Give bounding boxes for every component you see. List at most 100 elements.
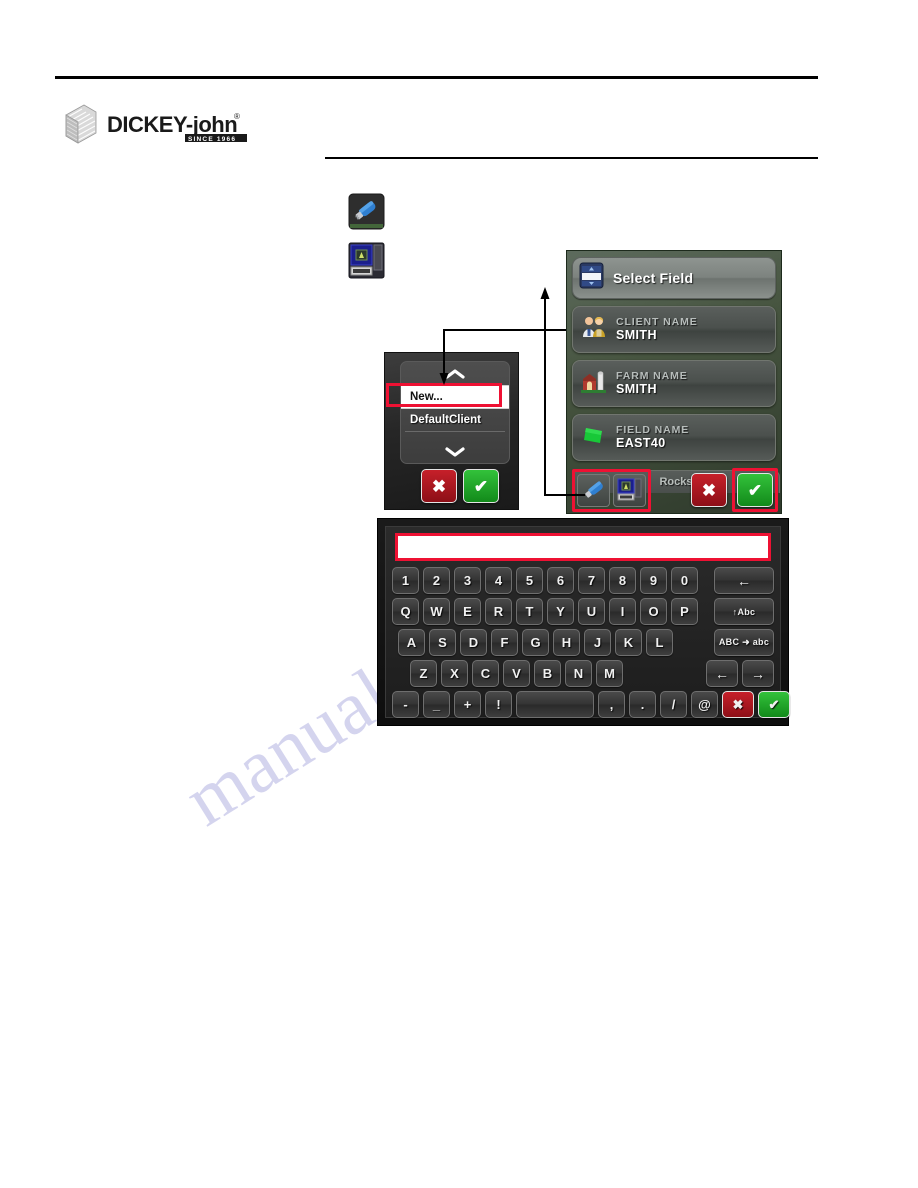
key-t[interactable]: T xyxy=(516,598,543,625)
text-input[interactable] xyxy=(398,536,768,558)
display-panel-icon xyxy=(617,478,641,501)
key-plus[interactable]: + xyxy=(454,691,481,718)
keyboard-right-column: ↑Abc xyxy=(714,598,774,625)
onscreen-keyboard-panel: 1 2 3 4 5 6 7 8 9 0 ← Q W E R T Y U I O … xyxy=(377,518,790,726)
select-field-row-text: CLIENT NAME SMITH xyxy=(616,315,698,343)
key-b[interactable]: B xyxy=(534,660,561,687)
select-field-header: Select Field xyxy=(572,257,776,299)
key-2[interactable]: 2 xyxy=(423,567,450,594)
key-z[interactable]: Z xyxy=(410,660,437,687)
logo-wordmark: DICKEY-john xyxy=(107,112,237,137)
select-field-panel: Select Field CLIENT NAME SMITH FARM NAME… xyxy=(566,250,782,514)
key-slash[interactable]: / xyxy=(660,691,687,718)
key-9[interactable]: 9 xyxy=(640,567,667,594)
dropdown-accept-button[interactable]: ✔ xyxy=(463,469,499,503)
select-field-tools-highlight xyxy=(572,468,651,512)
key-s[interactable]: S xyxy=(429,629,456,656)
select-field-row-farm[interactable]: FARM NAME SMITH xyxy=(572,360,776,407)
key-v[interactable]: V xyxy=(503,660,530,687)
farm-icon xyxy=(580,367,608,400)
select-field-row-client[interactable]: CLIENT NAME SMITH xyxy=(572,306,776,353)
key-f[interactable]: F xyxy=(491,629,518,656)
key-underscore[interactable]: _ xyxy=(423,691,450,718)
select-field-row-text: FARM NAME SMITH xyxy=(616,370,688,397)
cursor-left-key[interactable]: ← xyxy=(706,660,738,687)
backspace-key[interactable]: ← xyxy=(714,567,774,594)
keyboard-row-bottom: Z X C V B N M ← → xyxy=(392,660,774,687)
usb-drive-button[interactable] xyxy=(577,473,610,507)
chevron-down-icon xyxy=(445,446,465,457)
shift-key[interactable]: ↑Abc xyxy=(714,598,774,625)
key-e[interactable]: E xyxy=(454,598,481,625)
key-5[interactable]: 5 xyxy=(516,567,543,594)
cursor-right-key[interactable]: → xyxy=(742,660,774,687)
key-exclamation[interactable]: ! xyxy=(485,691,512,718)
scroll-up-button[interactable] xyxy=(401,362,509,385)
select-field-title: Select Field xyxy=(613,270,694,286)
key-q[interactable]: Q xyxy=(392,598,419,625)
key-hyphen[interactable]: - xyxy=(392,691,419,718)
header-rule-top xyxy=(55,76,818,79)
key-m[interactable]: M xyxy=(596,660,623,687)
key-3[interactable]: 3 xyxy=(454,567,481,594)
key-k[interactable]: K xyxy=(615,629,642,656)
cancel-icon: ✖ xyxy=(701,480,717,500)
client-dropdown-list: New... DefaultClient xyxy=(400,361,510,464)
document-page: DICKEY-john ® SINCE 1966 manualslib Sele… xyxy=(0,0,918,1188)
field-icon xyxy=(580,421,608,454)
keyboard-row-home: A S D F G H J K L ABC ➜ abc xyxy=(392,629,774,656)
select-field-bottom-bar: ✖ ✔ xyxy=(572,468,778,512)
key-a[interactable]: A xyxy=(398,629,425,656)
key-1[interactable]: 1 xyxy=(392,567,419,594)
keyboard-row-top: Q W E R T Y U I O P ↑Abc xyxy=(392,598,774,625)
select-field-row-field[interactable]: FIELD NAME EAST40 xyxy=(572,414,776,461)
key-h[interactable]: H xyxy=(553,629,580,656)
client-dropdown-buttons: ✖ ✔ xyxy=(421,469,499,503)
selected-item-highlight xyxy=(386,383,502,407)
key-c[interactable]: C xyxy=(472,660,499,687)
key-y[interactable]: Y xyxy=(547,598,574,625)
key-space[interactable] xyxy=(516,691,594,718)
key-0[interactable]: 0 xyxy=(671,567,698,594)
logo-registered-mark: ® xyxy=(234,112,240,121)
usb-drive-icon xyxy=(348,193,385,230)
accept-button[interactable]: ✔ xyxy=(737,473,773,507)
keyboard-right-column: ← → xyxy=(706,660,774,687)
keyboard-right-column: ✖ ✔ xyxy=(722,691,790,718)
row-label: CLIENT NAME xyxy=(616,315,698,328)
key-at[interactable]: @ xyxy=(691,691,718,718)
display-panel-icon xyxy=(348,242,385,279)
header-rule-sub xyxy=(325,157,818,159)
dropdown-cancel-button[interactable]: ✖ xyxy=(421,469,457,503)
client-dropdown-item-default[interactable]: DefaultClient xyxy=(401,409,509,431)
display-panel-button[interactable] xyxy=(613,473,646,507)
accept-button-highlight: ✔ xyxy=(732,468,778,512)
usb-drive-icon xyxy=(584,481,603,498)
cancel-button[interactable]: ✖ xyxy=(691,473,727,507)
clients-icon xyxy=(580,313,608,346)
key-i[interactable]: I xyxy=(609,598,636,625)
key-l[interactable]: L xyxy=(646,629,673,656)
key-r[interactable]: R xyxy=(485,598,512,625)
keyboard-accept-button[interactable]: ✔ xyxy=(758,691,790,718)
key-j[interactable]: J xyxy=(584,629,611,656)
scroll-down-button[interactable] xyxy=(401,440,509,463)
case-toggle-key[interactable]: ABC ➜ abc xyxy=(714,629,774,656)
key-g[interactable]: G xyxy=(522,629,549,656)
key-period[interactable]: . xyxy=(629,691,656,718)
key-w[interactable]: W xyxy=(423,598,450,625)
keyboard-cancel-button[interactable]: ✖ xyxy=(722,691,754,718)
key-o[interactable]: O xyxy=(640,598,667,625)
key-comma[interactable]: , xyxy=(598,691,625,718)
key-d[interactable]: D xyxy=(460,629,487,656)
key-p[interactable]: P xyxy=(671,598,698,625)
key-n[interactable]: N xyxy=(565,660,592,687)
logo-mark-icon xyxy=(65,104,97,144)
key-u[interactable]: U xyxy=(578,598,605,625)
key-x[interactable]: X xyxy=(441,660,468,687)
key-6[interactable]: 6 xyxy=(547,567,574,594)
row-label: FIELD NAME xyxy=(616,423,690,436)
key-7[interactable]: 7 xyxy=(578,567,605,594)
key-4[interactable]: 4 xyxy=(485,567,512,594)
key-8[interactable]: 8 xyxy=(609,567,636,594)
